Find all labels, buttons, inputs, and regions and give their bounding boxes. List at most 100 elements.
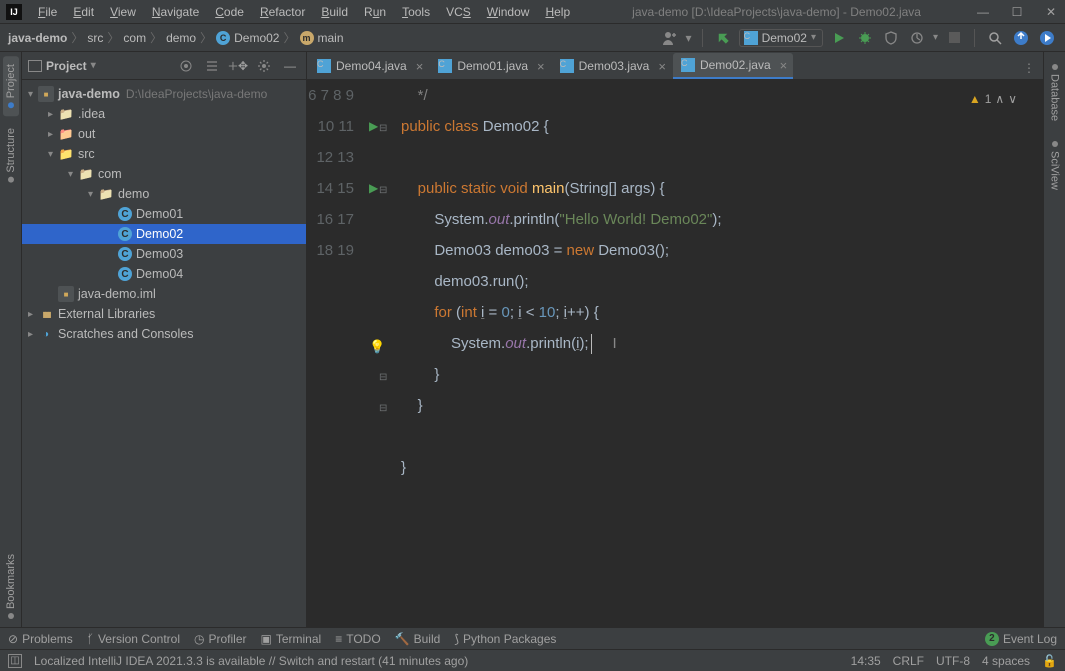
python-packages-tool-button[interactable]: ⟆Python Packages <box>454 632 556 646</box>
tree-out[interactable]: out <box>22 124 306 144</box>
menu-tools[interactable]: Tools <box>394 2 438 22</box>
stop-icon[interactable] <box>944 28 964 48</box>
maximize-button[interactable]: ☐ <box>1009 5 1025 19</box>
library-icon <box>38 306 54 322</box>
crumb-com[interactable]: com <box>123 31 146 45</box>
debug-icon[interactable] <box>855 28 875 48</box>
menu-view[interactable]: View <box>102 2 144 22</box>
structure-tool-button[interactable]: Structure <box>3 120 19 191</box>
tree-external-libraries[interactable]: External Libraries <box>22 304 306 324</box>
run-icon[interactable] <box>829 28 849 48</box>
tree-demo01[interactable]: CDemo01 <box>22 204 306 224</box>
select-opened-icon[interactable] <box>176 56 196 76</box>
module-icon <box>38 86 54 102</box>
build-tool-button[interactable]: 🔨Build <box>395 632 441 646</box>
run-config-label: Demo02 <box>762 31 807 45</box>
close-tab-icon[interactable]: × <box>780 58 788 73</box>
tree-scratches[interactable]: ◑Scratches and Consoles <box>22 324 306 344</box>
ide-scripting-icon[interactable] <box>1037 28 1057 48</box>
menu-refactor[interactable]: Refactor <box>252 2 313 22</box>
problems-icon: ⊘ <box>8 632 18 646</box>
menu-code[interactable]: Code <box>207 2 252 22</box>
code-content[interactable]: */ public class Demo02 { public static v… <box>393 80 1043 627</box>
sync-icon[interactable] <box>1011 28 1031 48</box>
sciview-tool-button[interactable]: SciView <box>1047 133 1063 198</box>
menu-run[interactable]: Run <box>356 2 394 22</box>
intention-bulb-icon[interactable]: 💡 <box>369 331 385 362</box>
menu-help[interactable]: Help <box>537 2 578 22</box>
status-message[interactable]: Localized IntelliJ IDEA 2021.3.3 is avai… <box>34 654 468 668</box>
settings-icon[interactable] <box>254 56 274 76</box>
method-icon: m <box>300 31 314 45</box>
tabs-more-icon[interactable]: ⋮ <box>1015 57 1043 79</box>
close-tab-icon[interactable]: × <box>537 59 545 74</box>
coverage-icon[interactable] <box>881 28 901 48</box>
crumb-project[interactable]: java-demo <box>8 31 67 45</box>
tree-demo03[interactable]: CDemo03 <box>22 244 306 264</box>
tree-demo02[interactable]: CDemo02 <box>22 224 306 244</box>
minimize-button[interactable]: — <box>975 5 991 19</box>
build-icon[interactable] <box>713 28 733 48</box>
tree-demo[interactable]: demo <box>22 184 306 204</box>
crumb-class[interactable]: Demo02 <box>234 31 279 45</box>
crumb-method[interactable]: main <box>318 31 344 45</box>
readonly-lock-icon[interactable]: 🔓 <box>1042 654 1057 668</box>
run-line-icon[interactable]: ▶ <box>369 173 378 204</box>
file-encoding[interactable]: UTF-8 <box>936 654 970 668</box>
fold-icon[interactable]: ⊟ <box>379 175 387 206</box>
tab-demo01[interactable]: CDemo01.java× <box>430 53 550 79</box>
menu-window[interactable]: Window <box>479 2 538 22</box>
close-button[interactable]: ✕ <box>1043 5 1059 19</box>
right-tool-stripe: Database SciView <box>1043 52 1065 627</box>
search-icon[interactable] <box>985 28 1005 48</box>
left-tool-stripe: Project Structure Bookmarks <box>0 52 22 627</box>
crumb-demo[interactable]: demo <box>166 31 196 45</box>
class-icon: C <box>681 58 695 72</box>
menu-file[interactable]: FFileile <box>30 2 65 22</box>
database-tool-button[interactable]: Database <box>1047 56 1063 129</box>
problems-tool-button[interactable]: ⊘Problems <box>8 632 73 646</box>
event-log-tool-button[interactable]: 2Event Log <box>985 632 1057 646</box>
class-icon: C <box>560 59 574 73</box>
line-separator[interactable]: CRLF <box>893 654 924 668</box>
tree-com[interactable]: com <box>22 164 306 184</box>
fold-icon[interactable]: ⊟ <box>379 113 387 144</box>
indent-label[interactable]: 4 spaces <box>982 654 1030 668</box>
bookmarks-tool-button[interactable]: Bookmarks <box>3 546 19 627</box>
tree-demo04[interactable]: CDemo04 <box>22 264 306 284</box>
caret-position[interactable]: 14:35 <box>851 654 881 668</box>
menu-navigate[interactable]: Navigate <box>144 2 207 22</box>
tab-demo04[interactable]: CDemo04.java× <box>309 53 429 79</box>
menu-edit[interactable]: Edit <box>65 2 102 22</box>
tree-idea[interactable]: .idea <box>22 104 306 124</box>
close-tab-icon[interactable]: × <box>658 59 666 74</box>
profile-icon[interactable] <box>907 28 927 48</box>
menu-build[interactable]: Build <box>313 2 356 22</box>
collapse-all-icon[interactable]: ✥ <box>228 56 248 76</box>
fold-end-icon[interactable]: ⊟ <box>379 362 387 393</box>
add-user-icon[interactable] <box>660 28 680 48</box>
terminal-tool-button[interactable]: ▣Terminal <box>261 632 322 646</box>
code-editor[interactable]: ▲1 ∧ ∨ 6 7 8 9 10 11 12 13 14 15 16 17 1… <box>307 80 1043 627</box>
menu-vcs[interactable]: VCS <box>438 2 479 22</box>
project-view-label[interactable]: Project <box>46 59 87 73</box>
tree-iml[interactable]: java-demo.iml <box>22 284 306 304</box>
tree-src[interactable]: src <box>22 144 306 164</box>
tab-demo03[interactable]: CDemo03.java× <box>552 53 672 79</box>
todo-tool-button[interactable]: ≡TODO <box>335 632 380 646</box>
expand-all-icon[interactable] <box>202 56 222 76</box>
crumb-src[interactable]: src <box>87 31 103 45</box>
tool-windows-icon[interactable]: ◫ <box>8 654 22 668</box>
run-line-icon[interactable]: ▶ <box>369 111 378 142</box>
tree-root[interactable]: java-demoD:\IdeaProjects\java-demo <box>22 84 306 104</box>
run-config-selector[interactable]: C Demo02 ▾ <box>739 29 823 47</box>
vcs-tool-button[interactable]: ᚶVersion Control <box>87 632 180 646</box>
profiler-tool-button[interactable]: ◷Profiler <box>194 632 247 646</box>
tab-demo02[interactable]: CDemo02.java× <box>673 53 793 79</box>
close-tab-icon[interactable]: × <box>416 59 424 74</box>
class-icon: C <box>216 31 230 45</box>
hide-icon[interactable]: — <box>280 56 300 76</box>
fold-end-icon[interactable]: ⊟ <box>379 393 387 424</box>
editor-tabs: CDemo04.java× CDemo01.java× CDemo03.java… <box>307 52 1043 80</box>
project-tool-button[interactable]: Project <box>3 56 19 116</box>
